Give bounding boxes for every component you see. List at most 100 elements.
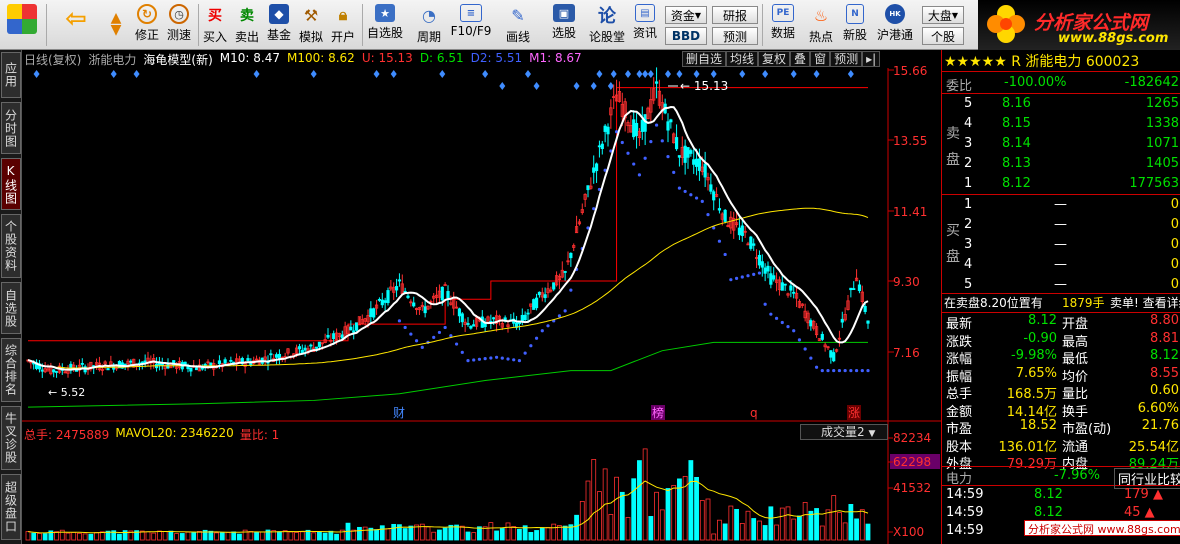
fund-button[interactable]: ◆ 基金: [264, 2, 294, 48]
tab-remove-favorite[interactable]: 删自选: [682, 51, 727, 67]
volume: 1265: [1145, 96, 1179, 111]
candle-body: [857, 284, 862, 292]
tab-kline[interactable]: K线图: [1, 158, 21, 210]
f10-button[interactable]: ≡ F10/F9: [450, 2, 492, 48]
stop-dot: [797, 338, 802, 342]
candle-body: [94, 362, 99, 368]
model-name[interactable]: 海龟模型(新): [143, 51, 212, 67]
time: 14:59: [946, 523, 984, 538]
zijin-dropdown[interactable]: 资金 ▼: [665, 6, 707, 24]
buy-button[interactable]: 买 买入: [200, 2, 230, 48]
stop-dot: [569, 288, 573, 292]
candle-body: [617, 91, 622, 102]
volume-bar: [242, 529, 248, 541]
sell-button[interactable]: 卖 卖出: [232, 2, 262, 48]
candle-body: [529, 303, 533, 307]
volume-bars: [25, 448, 871, 541]
gegu-button[interactable]: 个股: [922, 27, 964, 45]
candle-body: [140, 361, 144, 364]
flower-logo-icon: [987, 5, 1025, 43]
candle-body: [100, 368, 104, 371]
correct-button[interactable]: ↻ 修正: [132, 2, 162, 48]
back-button[interactable]: ⇦: [58, 2, 94, 48]
volume-bar: [122, 530, 128, 541]
candle-body: [480, 316, 484, 328]
candle-body: [603, 125, 607, 132]
volume: 0: [1170, 217, 1179, 232]
stock-screen-button[interactable]: ▣ 选股: [544, 2, 584, 48]
tab-super-board[interactable]: 超级盘口: [1, 474, 21, 540]
tab-overlay[interactable]: 叠: [790, 51, 811, 67]
volume-bar: [431, 531, 437, 541]
period-label[interactable]: 日线(复权): [24, 51, 81, 67]
f10-icon: ≡: [460, 4, 482, 22]
forum-button[interactable]: 论 论股堂: [588, 2, 626, 48]
volume-bar: [814, 508, 819, 541]
candle-body: [149, 360, 153, 364]
period-button[interactable]: ◔ 周期: [410, 2, 448, 48]
level: 5: [964, 277, 973, 292]
candle-body: [389, 286, 393, 290]
simulate-button[interactable]: ⚒ 模拟: [296, 2, 326, 48]
stop-dot: [506, 357, 510, 361]
tab-ranking[interactable]: 综合排名: [1, 338, 21, 402]
candle-body: [309, 344, 313, 347]
candle-body: [46, 368, 50, 371]
yuce-button[interactable]: 预测: [712, 27, 758, 45]
new-stock-button[interactable]: N 新股: [840, 2, 870, 48]
candle-body: [569, 252, 573, 259]
stock-name: 浙能电力: [88, 53, 137, 67]
u-value: U: 15.13: [361, 51, 413, 65]
dapan-dropdown[interactable]: 大盘 ▼: [922, 6, 964, 24]
tab-diagnose[interactable]: 牛叉诊股: [1, 406, 21, 470]
candle-body: [866, 320, 870, 324]
event-mark: q: [750, 406, 758, 420]
stop-dot: [860, 368, 864, 373]
chevron-down-icon: ▼: [694, 10, 702, 20]
price: 8.12: [1002, 176, 1031, 191]
order-alert[interactable]: 在卖盘8.20位置有 1879手 卖单! 查看详细: [942, 293, 1180, 313]
stop-dot: [654, 123, 659, 127]
stop-dot: [694, 196, 699, 200]
candle-body: [414, 308, 419, 310]
volume-bar: [265, 529, 271, 541]
stop-dot: [466, 359, 470, 363]
tab-favorites[interactable]: 自选股: [1, 282, 21, 334]
bbd-button[interactable]: BBD: [665, 27, 707, 45]
up-down-button[interactable]: ▲ ▼: [102, 2, 130, 48]
upper-channel-line: [28, 87, 868, 342]
draw-line-button[interactable]: ✎ 画线: [498, 2, 538, 48]
candle-body: [177, 361, 182, 368]
tab-timeshare[interactable]: 分时图: [1, 102, 21, 154]
candle-body: [560, 269, 564, 278]
candle-body: [289, 355, 293, 358]
open-account-button[interactable]: 🔒︎ 开户: [328, 2, 358, 48]
value: 8.81: [1150, 330, 1179, 346]
tab-app[interactable]: 应用: [1, 52, 21, 98]
volume-selector[interactable]: 成交量2 ▼: [800, 424, 888, 440]
volume-bar: [597, 491, 602, 541]
tab-stock-info[interactable]: 个股资料: [1, 214, 21, 278]
news-button[interactable]: ▤ 资讯: [630, 2, 660, 48]
favorites-button[interactable]: ★ 自选股: [364, 2, 406, 48]
candle-body: [806, 312, 810, 324]
candle-body: [340, 334, 344, 339]
volume-bar: [728, 505, 734, 541]
grid-button[interactable]: [4, 2, 40, 48]
tab-forecast[interactable]: 预测: [830, 51, 863, 67]
tab-ma[interactable]: 均线: [726, 51, 759, 67]
hk-connect-button[interactable]: HK 沪港通: [874, 2, 916, 48]
tab-window[interactable]: 窗: [810, 51, 831, 67]
candle-body: [757, 254, 762, 266]
speed-test-button[interactable]: ◷ 测速: [164, 2, 194, 48]
volume-bar: [157, 530, 162, 541]
candle-body: [809, 320, 813, 327]
yanbao-button[interactable]: 研报: [712, 6, 758, 24]
candle-body: [72, 364, 76, 370]
hot-button[interactable]: ♨ 热点: [806, 2, 836, 48]
tab-adjust[interactable]: 复权: [758, 51, 791, 67]
toggle-arrow-icon[interactable]: ▸|: [862, 51, 881, 67]
data-button[interactable]: PE 数据: [766, 2, 800, 48]
stop-dot: [626, 151, 630, 155]
volume-bar: [711, 533, 717, 541]
